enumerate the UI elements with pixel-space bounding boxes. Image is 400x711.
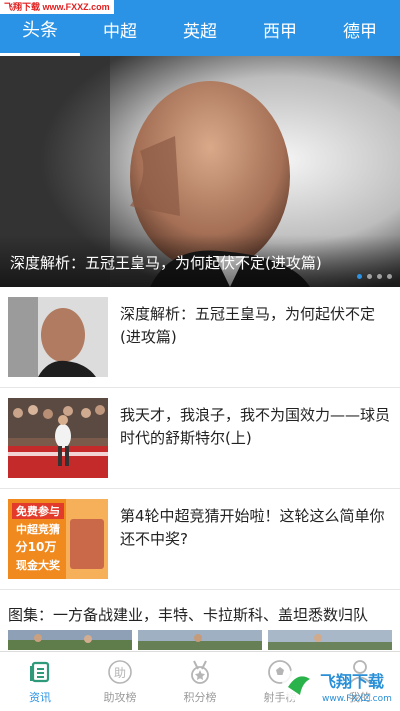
news-item[interactable]: 深度解析：五冠王皇马，为何起伏不定(进攻篇) (0, 287, 400, 388)
carousel-dots (357, 274, 392, 279)
watermark-logo: 飞翔下载 www.FXXZ.com (280, 665, 396, 705)
nav-label: 助攻榜 (103, 690, 137, 704)
carousel-dot[interactable] (387, 274, 392, 279)
tab-premier-league[interactable]: 英超 (160, 0, 240, 56)
carousel-dot[interactable] (367, 274, 372, 279)
nav-assists[interactable]: 助 助攻榜 (80, 652, 160, 711)
carousel-dot[interactable] (377, 274, 382, 279)
tab-bundesliga[interactable]: 德甲 (320, 0, 400, 56)
svg-text:www.FXXZ.com: www.FXXZ.com (322, 694, 392, 704)
nav-standings[interactable]: 积分榜 (160, 652, 240, 711)
carousel-dot[interactable] (357, 274, 362, 279)
svg-text:免费参与: 免费参与 (16, 504, 60, 518)
watermark-top: 飞翔下载 www.FXXZ.com (0, 0, 114, 14)
gallery-image[interactable] (268, 630, 392, 650)
news-item[interactable]: 免费参与 中超竞猜 分10万 现金大奖 第4轮中超竞猜开始啦！这轮这么简单你还不… (0, 489, 400, 590)
nav-label: 积分榜 (183, 690, 217, 704)
headline-banner[interactable]: 深度解析：五冠王皇马，为何起伏不定(进攻篇) (0, 56, 400, 287)
promo-thumbnail: 免费参与 中超竞猜 分10万 现金大奖 (8, 499, 108, 579)
assist-icon: 助 (107, 659, 133, 685)
gallery-title: 图集：一方备战建业，丰特、卡拉斯科、盖坦悉数归队 (8, 606, 369, 624)
svg-text:分10万: 分10万 (16, 539, 57, 554)
gallery-section[interactable]: 图集：一方备战建业，丰特、卡拉斯科、盖坦悉数归队 (0, 592, 400, 652)
news-thumbnail (8, 398, 108, 478)
app-screen: 飞翔下载 www.FXXZ.com 头条 中超 英超 西甲 德甲 深度解析：五冠… (0, 0, 400, 711)
nav-label: 资讯 (29, 690, 51, 704)
gallery-thumbnails (8, 630, 392, 650)
news-icon (27, 659, 53, 685)
svg-text:助: 助 (114, 666, 126, 680)
gallery-image[interactable] (138, 630, 262, 650)
news-title: 第4轮中超竞猜开始啦！这轮这么简单你还不中奖? (120, 507, 385, 548)
news-list: 深度解析：五冠王皇马，为何起伏不定(进攻篇) 我天才，我浪子，我不为国效力——球… (0, 287, 400, 590)
nav-news[interactable]: 资讯 (0, 652, 80, 711)
banner-caption: 深度解析：五冠王皇马，为何起伏不定(进攻篇) (10, 254, 322, 272)
medal-icon (187, 659, 213, 685)
svg-text:中超竞猜: 中超竞猜 (16, 522, 60, 536)
tab-la-liga[interactable]: 西甲 (240, 0, 320, 56)
news-title: 我天才，我浪子，我不为国效力——球员时代的舒斯特尔(上) (120, 406, 391, 447)
gallery-image[interactable] (8, 630, 132, 650)
news-thumbnail (8, 297, 108, 377)
svg-text:飞翔下载: 飞翔下载 (320, 672, 384, 691)
svg-text:现金大奖: 现金大奖 (16, 558, 61, 572)
news-item[interactable]: 我天才，我浪子，我不为国效力——球员时代的舒斯特尔(上) (0, 388, 400, 489)
news-title: 深度解析：五冠王皇马，为何起伏不定(进攻篇) (120, 305, 376, 346)
